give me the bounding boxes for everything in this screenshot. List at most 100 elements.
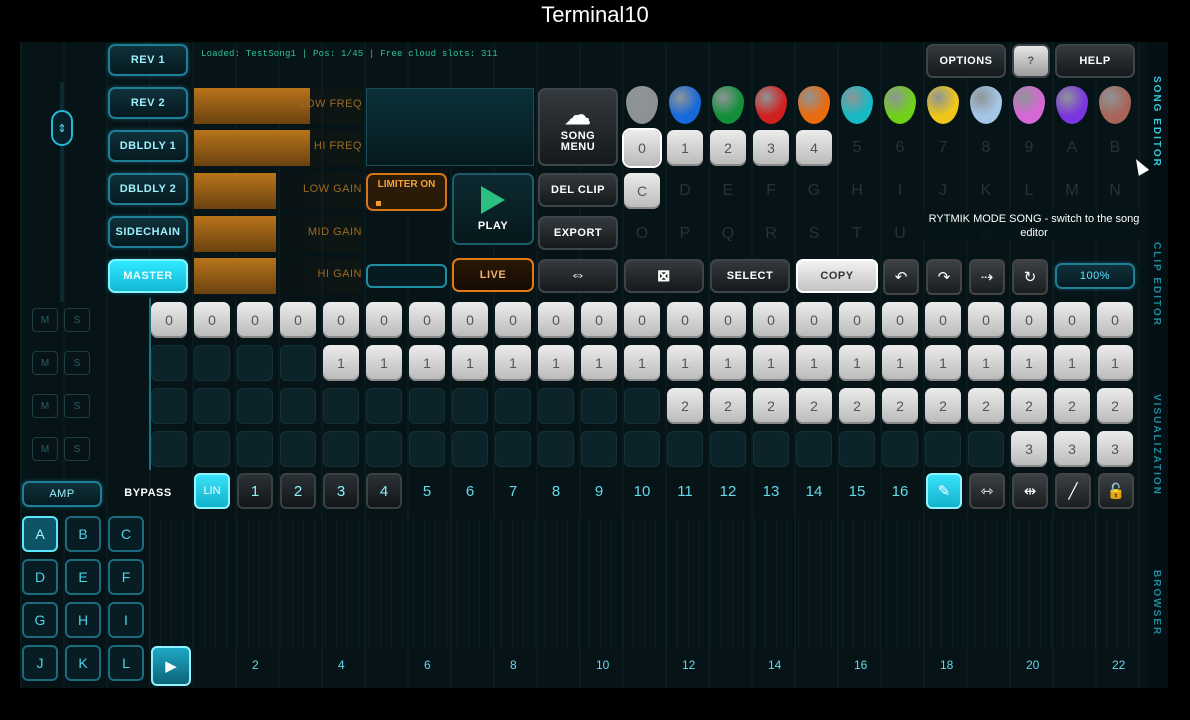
- color-pick[interactable]: [798, 86, 830, 124]
- step-14[interactable]: 14: [796, 473, 832, 509]
- clip-slot[interactable]: G: [796, 173, 832, 209]
- del-clip-button[interactable]: DEL CLIP: [538, 173, 618, 207]
- track-cell[interactable]: [194, 388, 230, 424]
- clip-slot[interactable]: F: [753, 173, 789, 209]
- track-cell[interactable]: [925, 431, 961, 467]
- track-clip[interactable]: 2: [710, 388, 746, 424]
- track-clip[interactable]: 0: [237, 302, 273, 338]
- shrink-tool[interactable]: ⇹: [1012, 473, 1048, 509]
- step-1[interactable]: 1: [237, 473, 273, 509]
- clip-slot[interactable]: E: [710, 173, 746, 209]
- track-clip[interactable]: 2: [968, 388, 1004, 424]
- clip-slot[interactable]: C: [624, 173, 660, 209]
- track-cell[interactable]: [495, 388, 531, 424]
- track-clip[interactable]: 2: [796, 388, 832, 424]
- line-tool[interactable]: ╱: [1055, 473, 1091, 509]
- track-clip[interactable]: 1: [753, 345, 789, 381]
- track-clip[interactable]: 1: [624, 345, 660, 381]
- clip-slot[interactable]: 0: [624, 130, 660, 166]
- track-clip[interactable]: 0: [280, 302, 316, 338]
- step-11[interactable]: 11: [667, 473, 703, 509]
- track-cell[interactable]: [882, 431, 918, 467]
- step-15[interactable]: 15: [839, 473, 875, 509]
- step-5[interactable]: 5: [409, 473, 445, 509]
- track-cell[interactable]: [366, 431, 402, 467]
- pattern-l[interactable]: L: [108, 645, 144, 681]
- track-clip[interactable]: 2: [925, 388, 961, 424]
- clip-slot[interactable]: B: [1097, 130, 1133, 166]
- solo-button[interactable]: S: [64, 437, 90, 461]
- track-cell[interactable]: [237, 345, 273, 381]
- fader-low-gain[interactable]: LOW GAIN: [194, 173, 362, 209]
- step-4[interactable]: 4: [366, 473, 402, 509]
- amp-button[interactable]: AMP: [22, 481, 102, 507]
- track-cell[interactable]: [581, 388, 617, 424]
- track-clip[interactable]: 0: [968, 302, 1004, 338]
- track-cell[interactable]: [796, 431, 832, 467]
- pattern-h[interactable]: H: [65, 602, 101, 638]
- track-clip[interactable]: 0: [925, 302, 961, 338]
- lin-button[interactable]: LIN: [194, 473, 230, 509]
- track-clip[interactable]: 2: [1054, 388, 1090, 424]
- pattern-c[interactable]: C: [108, 516, 144, 552]
- fader-low-freq[interactable]: LOW FREQ: [194, 88, 362, 124]
- step-8[interactable]: 8: [538, 473, 574, 509]
- track-cell[interactable]: [151, 431, 187, 467]
- color-pick[interactable]: [1099, 86, 1131, 124]
- volume-handle[interactable]: ⇕: [51, 110, 73, 146]
- track-cell[interactable]: [753, 431, 789, 467]
- pattern-e[interactable]: E: [65, 559, 101, 595]
- track-cell[interactable]: [151, 388, 187, 424]
- track-cell[interactable]: [624, 388, 660, 424]
- fader-hi-freq[interactable]: HI FREQ: [194, 130, 362, 166]
- track-cell[interactable]: [452, 388, 488, 424]
- track-clip[interactable]: 1: [667, 345, 703, 381]
- clip-slot[interactable]: K: [968, 173, 1004, 209]
- clip-slot[interactable]: Q: [710, 216, 746, 252]
- track-cell[interactable]: [624, 431, 660, 467]
- mute-button[interactable]: M: [32, 351, 58, 375]
- redo-button[interactable]: ↷: [926, 259, 962, 295]
- step-13[interactable]: 13: [753, 473, 789, 509]
- solo-button[interactable]: S: [64, 351, 90, 375]
- track-cell[interactable]: [409, 388, 445, 424]
- copy-button[interactable]: COPY: [796, 259, 878, 293]
- track-clip[interactable]: 2: [1011, 388, 1047, 424]
- play-button[interactable]: PLAY: [452, 173, 534, 245]
- color-pick[interactable]: [927, 86, 959, 124]
- track-cell[interactable]: [538, 388, 574, 424]
- track-cell[interactable]: [495, 431, 531, 467]
- track-clip[interactable]: 1: [1097, 345, 1133, 381]
- pattern-k[interactable]: K: [65, 645, 101, 681]
- track-clip[interactable]: 0: [581, 302, 617, 338]
- zoom-button[interactable]: 100%: [1055, 263, 1135, 289]
- question-button[interactable]: ?: [1012, 44, 1050, 78]
- track-cell[interactable]: [710, 431, 746, 467]
- color-pick[interactable]: [755, 86, 787, 124]
- pattern-b[interactable]: B: [65, 516, 101, 552]
- step-3[interactable]: 3: [323, 473, 359, 509]
- help-button[interactable]: HELP: [1055, 44, 1135, 78]
- step-10[interactable]: 10: [624, 473, 660, 509]
- track-clip[interactable]: 2: [839, 388, 875, 424]
- solo-button[interactable]: S: [64, 308, 90, 332]
- track-clip[interactable]: 1: [495, 345, 531, 381]
- fader-mid-gain[interactable]: MID GAIN: [194, 216, 362, 252]
- track-clip[interactable]: 0: [323, 302, 359, 338]
- track-clip[interactable]: 1: [796, 345, 832, 381]
- track-clip[interactable]: 2: [882, 388, 918, 424]
- track-clip[interactable]: 1: [1054, 345, 1090, 381]
- clip-slot[interactable]: J: [925, 173, 961, 209]
- clip-slot[interactable]: 4: [796, 130, 832, 166]
- pattern-g[interactable]: G: [22, 602, 58, 638]
- clip-slot[interactable]: O: [624, 216, 660, 252]
- track-clip[interactable]: 3: [1054, 431, 1090, 467]
- timeline-play-button[interactable]: ▶: [151, 646, 191, 686]
- color-pick[interactable]: [841, 86, 873, 124]
- step-12[interactable]: 12: [710, 473, 746, 509]
- track-clip[interactable]: 1: [1011, 345, 1047, 381]
- track-clip[interactable]: 0: [667, 302, 703, 338]
- clip-slot[interactable]: N: [1097, 173, 1133, 209]
- delete-range-button[interactable]: ⊠: [624, 259, 704, 293]
- undo-button[interactable]: ↶: [883, 259, 919, 295]
